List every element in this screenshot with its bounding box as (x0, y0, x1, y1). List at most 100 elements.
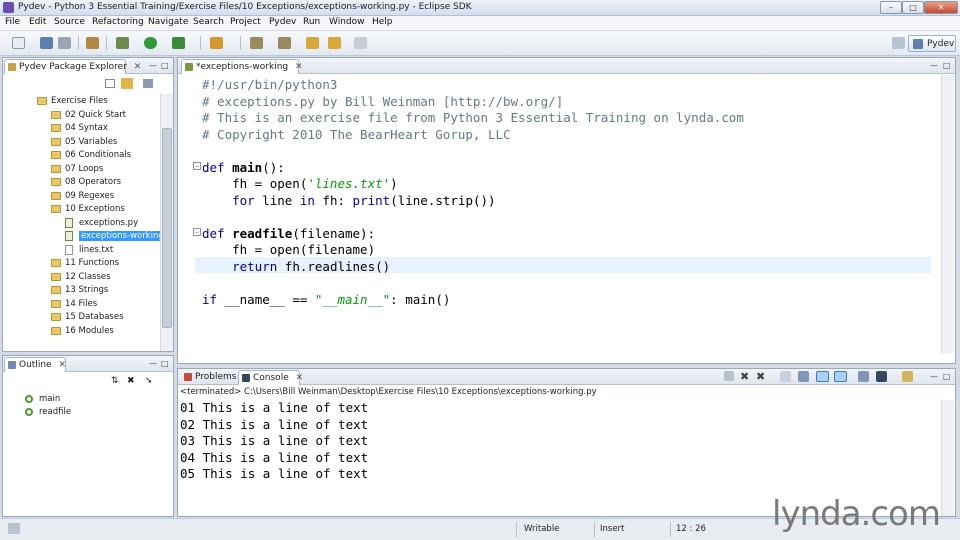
tab-exceptions-working[interactable]: *exceptions-working ✕ (181, 59, 303, 74)
collapse-all-icon[interactable] (105, 79, 115, 88)
link-with-editor-icon[interactable] (121, 78, 133, 89)
print-icon[interactable] (58, 37, 71, 49)
scroll-lock-icon[interactable] (798, 371, 809, 382)
code-line[interactable]: # exceptions.py by Bill Weinman [http://… (202, 94, 563, 110)
pydev-perspective-button[interactable]: Pydev (908, 35, 956, 52)
external-tools-icon[interactable] (172, 37, 185, 49)
code-line[interactable]: if __name__ == "__main__": main() (202, 292, 450, 308)
menu-refactoring[interactable]: Refactoring (92, 17, 144, 27)
menu-file[interactable]: File (5, 17, 20, 27)
menu-source[interactable]: Source (54, 17, 85, 27)
explorer-scrollbar[interactable] (160, 94, 173, 351)
save-icon[interactable] (40, 37, 53, 49)
folder-icon (51, 178, 61, 186)
remove-all-icon[interactable]: ✖ (756, 370, 765, 383)
fold-main-icon[interactable]: – (193, 162, 201, 170)
console-scrollbar[interactable] (941, 400, 954, 516)
back-icon[interactable] (328, 37, 341, 49)
close-icon[interactable]: ✕ (924, 1, 958, 14)
outline-maximize-icon[interactable]: □ (161, 359, 169, 368)
menu-navigate[interactable]: Navigate (148, 17, 188, 27)
console-tab-close-icon[interactable]: ✕ (296, 373, 304, 383)
debug-icon[interactable] (116, 37, 129, 49)
run-icon[interactable] (144, 37, 157, 49)
code-line[interactable]: # This is an exercise file from Python 3… (202, 110, 744, 126)
code-token: fh.readlines() (277, 258, 391, 274)
menu-project[interactable]: Project (230, 17, 261, 27)
console-icon (242, 374, 250, 382)
maximize-view-icon[interactable]: □ (161, 61, 169, 70)
code-token: #!/usr/bin/python3 (202, 77, 338, 92)
forward-icon[interactable] (354, 37, 367, 49)
code-line[interactable]: #!/usr/bin/python3 (202, 77, 337, 93)
clear-console-icon[interactable] (780, 371, 791, 382)
code-line[interactable]: # Copyright 2010 The BearHeart Gorup, LL… (202, 127, 511, 143)
editor-tab-close-icon[interactable]: ✕ (295, 62, 303, 72)
tab-problems[interactable]: Problems (181, 370, 237, 385)
menu-run[interactable]: Run (303, 17, 320, 27)
folder-icon (37, 97, 47, 105)
outline-minimize-icon[interactable]: — (149, 359, 157, 368)
tab-console[interactable]: Console ✕ (238, 370, 303, 385)
folder-icon (51, 205, 61, 213)
package-explorer-tabstrip: Pydev Package Explorer ✕ — □ (3, 58, 173, 74)
file-icon (65, 231, 73, 241)
console-maximize-icon[interactable]: □ (943, 372, 951, 381)
next-annotation-icon[interactable] (250, 37, 263, 49)
code-line[interactable]: def readfile(filename): (202, 226, 375, 242)
code-token: return (232, 258, 278, 274)
fold-readfile-icon[interactable]: – (193, 228, 201, 236)
code-line[interactable]: for line in fh: print(line.strip()) (202, 193, 495, 209)
tree-item-label: 08 Operators (65, 177, 121, 187)
open-console-icon[interactable] (902, 371, 913, 382)
open-perspective-icon[interactable] (892, 37, 905, 49)
tab-outline[interactable]: Outline ✕ (4, 357, 66, 372)
folder-icon (51, 259, 61, 267)
editor-minimize-icon[interactable]: — (930, 61, 938, 70)
minimize-icon[interactable]: – (880, 1, 902, 14)
terminate-icon[interactable] (724, 371, 734, 381)
last-edit-icon[interactable] (306, 37, 319, 49)
show-on-output-icon[interactable] (816, 371, 829, 382)
tree-item-label: 15 Databases (65, 312, 124, 322)
console-header: <terminated> C:\Users\Bill Weinman\Deskt… (180, 387, 597, 397)
menu-pydev[interactable]: Pydev (269, 17, 296, 27)
editor-maximize-icon[interactable]: □ (943, 61, 951, 70)
code-line[interactable]: def main(): (202, 160, 285, 176)
open-type-icon[interactable] (86, 37, 99, 49)
explorer-scroll-thumb[interactable] (162, 128, 172, 328)
new-icon[interactable] (12, 37, 25, 49)
status-writable: Writable (524, 524, 560, 534)
console-minimize-icon[interactable]: — (930, 372, 938, 381)
console-line: 02 This is a line of text (180, 416, 369, 432)
sort-icon[interactable]: ⇅ (111, 376, 119, 386)
code-line[interactable]: fh = open(filename) (202, 242, 375, 258)
code-line[interactable]: fh = open('lines.txt') (202, 176, 398, 192)
code-token: : main() (390, 291, 451, 307)
previous-annotation-icon[interactable] (278, 37, 291, 49)
menu-edit[interactable]: Edit (29, 17, 46, 27)
tab-package-explorer[interactable]: Pydev Package Explorer ✕ (4, 59, 141, 74)
maximize-icon[interactable]: □ (902, 1, 924, 14)
remove-launch-icon[interactable]: ✖ (740, 370, 749, 383)
collapse-icon[interactable]: ➘ (145, 376, 153, 386)
code-token: "__main__" (314, 291, 391, 307)
display-console-icon[interactable] (876, 371, 887, 382)
editor-scrollbar[interactable] (941, 75, 954, 353)
outline-tab-close-icon[interactable]: ✕ (58, 360, 66, 370)
show-on-error-icon[interactable] (834, 371, 847, 382)
view-menu-icon[interactable] (143, 79, 153, 88)
folder-icon (51, 164, 61, 173)
menu-search[interactable]: Search (193, 17, 224, 27)
tab-close-icon[interactable]: ✕ (134, 62, 142, 72)
menu-window[interactable]: Window (329, 17, 365, 27)
code-line[interactable]: return fh.readlines() (202, 259, 390, 275)
menu-help[interactable]: Help (372, 17, 393, 27)
main-toolbar: Pydev (0, 31, 960, 56)
filter-icon[interactable]: ✖ (127, 376, 135, 386)
minimize-view-icon[interactable]: — (149, 61, 157, 70)
pin-console-icon[interactable] (858, 371, 869, 382)
fast-view-icon[interactable] (8, 523, 20, 534)
code-token: main (232, 159, 263, 175)
open-task-icon[interactable] (210, 37, 223, 49)
